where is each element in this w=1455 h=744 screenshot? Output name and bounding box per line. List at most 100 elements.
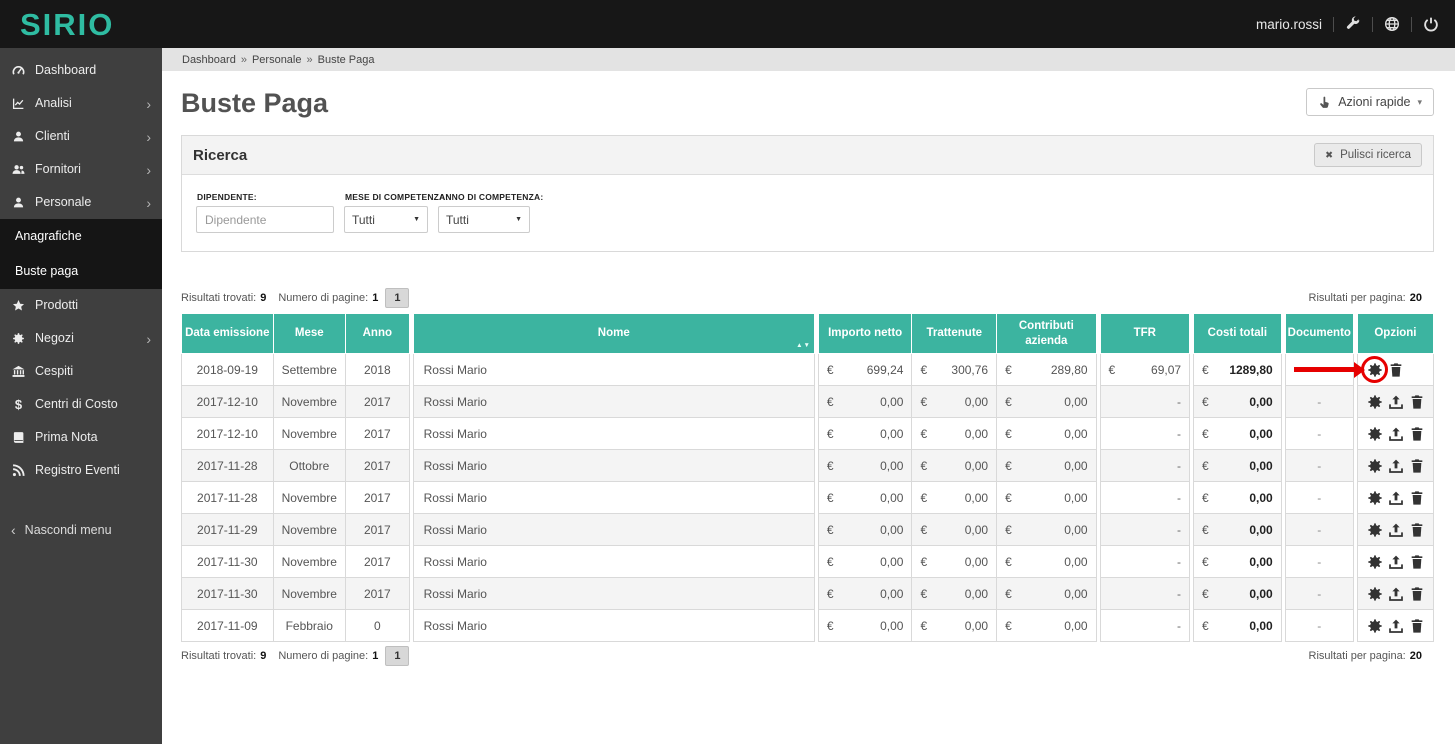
column-header-trattenute[interactable]: Trattenute: [911, 313, 998, 354]
breadcrumb-separator: »: [240, 53, 247, 66]
column-header-data[interactable]: Data emissione: [181, 313, 274, 354]
gear-icon[interactable]: [1367, 394, 1383, 410]
table-row: 2017-12-10 Novembre 2017 Rossi Mario €0,00 €0…: [181, 417, 1435, 450]
column-header-tfr[interactable]: TFR: [1099, 313, 1191, 354]
mese-field: MESE DI COMPETENZA: Tutti ▼: [344, 191, 448, 233]
gear-icon[interactable]: [1367, 554, 1383, 570]
trash-icon[interactable]: [1409, 394, 1425, 410]
gear-icon[interactable]: [1293, 356, 1389, 383]
caret-down-icon: ▼: [515, 216, 522, 223]
globe-icon[interactable]: [1384, 16, 1400, 32]
breadcrumb-separator: »: [306, 53, 313, 66]
upload-icon[interactable]: [1388, 394, 1404, 410]
page-button[interactable]: 1: [385, 288, 410, 308]
trash-icon[interactable]: [1409, 618, 1425, 634]
breadcrumb-dashboard[interactable]: Dashboard: [182, 54, 236, 66]
mese-competenza-select[interactable]: Tutti ▼: [344, 206, 428, 233]
found-label: Risultati trovati:: [181, 650, 257, 662]
cell-mese: Novembre: [272, 577, 346, 610]
cell-contributi: €0,00: [996, 513, 1097, 546]
gear-icon[interactable]: [1367, 458, 1383, 474]
gear-icon[interactable]: [1367, 522, 1383, 538]
cell-nome: Rossi Mario: [412, 609, 815, 642]
cell-nome: Rossi Mario: [412, 577, 815, 610]
page-button[interactable]: 1: [385, 646, 410, 666]
upload-icon[interactable]: [1388, 490, 1404, 506]
caret-down-icon: ▼: [413, 216, 420, 223]
column-header-mese[interactable]: Mese: [272, 313, 346, 354]
trash-icon[interactable]: [1409, 554, 1425, 570]
sidebar-item-cespiti[interactable]: Cespiti: [0, 355, 162, 388]
users-icon: [11, 163, 26, 176]
sidebar-item-prodotti[interactable]: Prodotti: [0, 289, 162, 322]
sort-icon[interactable]: ▲▼: [796, 342, 811, 350]
column-header-contributi[interactable]: Contributi azienda: [996, 313, 1097, 354]
gear-icon[interactable]: [1367, 618, 1383, 634]
cell-tfr: -: [1099, 609, 1191, 642]
wrench-icon[interactable]: [1345, 16, 1361, 32]
sidebar-item-fornitori[interactable]: Fornitori ›: [0, 153, 162, 186]
column-header-anno[interactable]: Anno: [344, 313, 410, 354]
trash-icon[interactable]: [1409, 458, 1425, 474]
sidebar-subitem-buste-paga[interactable]: Buste paga: [0, 254, 162, 289]
trash-icon[interactable]: [1409, 522, 1425, 538]
gear-icon[interactable]: [1367, 490, 1383, 506]
sidebar-item-label: Prima Nota: [35, 430, 98, 444]
found-count: 9: [260, 292, 267, 304]
upload-icon[interactable]: [1388, 618, 1404, 634]
username[interactable]: mario.rossi: [1256, 17, 1322, 32]
breadcrumb-buste-paga[interactable]: Buste Paga: [318, 54, 375, 66]
column-header-opzioni[interactable]: Opzioni: [1356, 313, 1435, 354]
cell-mese: Novembre: [272, 481, 346, 514]
sidebar-subitem-anagrafiche[interactable]: Anagrafiche: [0, 219, 162, 254]
sidebar-item-registro-eventi[interactable]: Registro Eventi: [0, 454, 162, 487]
gear-icon[interactable]: [1367, 586, 1383, 602]
sidebar-item-label: Analisi: [35, 96, 72, 110]
sidebar-submenu: Anagrafiche Buste paga: [0, 219, 162, 289]
sidebar-item-negozi[interactable]: Negozi ›: [0, 322, 162, 355]
column-header-costi[interactable]: Costi totali: [1193, 313, 1282, 354]
table-header-row: Data emissione Mese Anno Nome ▲▼ Importo nett…: [181, 313, 1435, 354]
cell-trattenute: €0,00: [911, 513, 998, 546]
cell-importo: €0,00: [817, 481, 913, 514]
sidebar-item-centri-di-costo[interactable]: $ Centri di Costo: [0, 388, 162, 421]
power-icon[interactable]: [1423, 16, 1439, 32]
upload-icon[interactable]: [1388, 586, 1404, 602]
sidebar-item-dashboard[interactable]: Dashboard: [0, 54, 162, 87]
upload-icon[interactable]: [1388, 426, 1404, 442]
column-header-importo[interactable]: Importo netto: [817, 313, 913, 354]
sidebar-item-prima-nota[interactable]: Prima Nota: [0, 421, 162, 454]
column-header-nome[interactable]: Nome ▲▼: [412, 313, 815, 354]
chevron-left-icon: ‹: [11, 522, 16, 538]
sidebar-item-personale[interactable]: Personale ›: [0, 186, 162, 219]
collapse-menu-button[interactable]: ‹ Nascondi menu: [0, 513, 162, 548]
cell-documento: -: [1284, 449, 1354, 482]
cell-nome: Rossi Mario: [412, 417, 815, 450]
dipendente-input[interactable]: [196, 206, 334, 233]
upload-icon[interactable]: [1388, 522, 1404, 538]
cell-trattenute: €0,00: [911, 385, 998, 418]
upload-icon[interactable]: [1388, 554, 1404, 570]
cell-mese: Novembre: [272, 385, 346, 418]
anno-competenza-select[interactable]: Tutti ▼: [438, 206, 530, 233]
column-header-documento[interactable]: Documento: [1284, 313, 1354, 354]
sidebar-item-clienti[interactable]: Clienti ›: [0, 120, 162, 153]
breadcrumb-personale[interactable]: Personale: [252, 54, 302, 66]
mese-selected-value: Tutti: [352, 212, 375, 227]
cell-anno: 2017: [344, 385, 410, 418]
sidebar-item-label: Dashboard: [35, 63, 97, 77]
sidebar-item-analisi[interactable]: Analisi ›: [0, 87, 162, 120]
topbar: SIRIO mario.rossi: [0, 0, 1455, 48]
cell-mese: Febbraio: [272, 609, 346, 642]
gear-icon[interactable]: [1367, 426, 1383, 442]
clear-search-button[interactable]: ✖ Pulisci ricerca: [1314, 143, 1422, 167]
cell-anno: 2017: [344, 513, 410, 546]
trash-icon[interactable]: [1409, 426, 1425, 442]
quick-actions-button[interactable]: Azioni rapide ▾: [1306, 88, 1434, 116]
cell-opzioni: [1356, 609, 1435, 642]
upload-icon[interactable]: [1388, 458, 1404, 474]
trash-icon[interactable]: [1409, 490, 1425, 506]
trash-icon[interactable]: [1409, 586, 1425, 602]
cell-nome: Rossi Mario: [412, 513, 815, 546]
trash-icon[interactable]: [1388, 362, 1404, 378]
